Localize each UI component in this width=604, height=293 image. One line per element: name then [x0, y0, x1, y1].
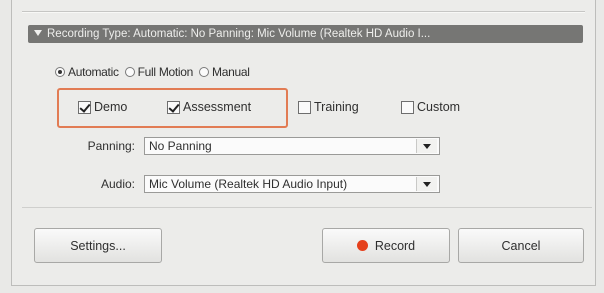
- checkbox-assessment[interactable]: Assessment: [167, 100, 251, 114]
- audio-select[interactable]: Mic Volume (Realtek HD Audio Input): [144, 175, 440, 193]
- radio-full-motion[interactable]: Full Motion: [124, 65, 194, 79]
- record-dot-icon: [356, 240, 368, 251]
- audio-dropdown-arrow-icon[interactable]: [416, 177, 437, 191]
- panning-value: No Panning: [149, 139, 212, 153]
- settings-button-label: Settings...: [70, 238, 126, 253]
- cancel-button-label: Cancel: [501, 238, 541, 253]
- radio-manual[interactable]: Manual: [199, 65, 250, 79]
- checkbox-custom-label: Custom: [417, 100, 461, 114]
- radio-manual-dot[interactable]: [199, 67, 210, 77]
- checkbox-assessment-label: Assessment: [183, 100, 252, 114]
- cancel-button[interactable]: Cancel: [458, 228, 584, 263]
- panning-dropdown-arrow-icon[interactable]: [416, 139, 437, 153]
- radio-full-motion-dot[interactable]: [124, 67, 135, 77]
- checkbox-training-box[interactable]: [298, 100, 311, 114]
- checkbox-custom[interactable]: Custom: [401, 100, 460, 114]
- settings-button[interactable]: Settings...: [34, 228, 162, 263]
- radio-automatic-dot[interactable]: [55, 67, 65, 77]
- audio-label: Audio:: [100, 177, 135, 191]
- audio-value: Mic Volume (Realtek HD Audio Input): [149, 177, 348, 191]
- checkbox-demo[interactable]: Demo: [78, 100, 127, 114]
- recording-type-bar[interactable]: Recording Type: Automatic: No Panning: M…: [28, 25, 583, 43]
- mode-radio-group: Automatic Full Motion Manual: [55, 64, 256, 80]
- collapse-triangle-icon[interactable]: [34, 30, 42, 36]
- record-button[interactable]: Record: [322, 228, 450, 263]
- radio-manual-label: Manual: [212, 65, 250, 79]
- recording-type-text: Recording Type: Automatic: No Panning: M…: [47, 28, 431, 40]
- radio-automatic-label: Automatic: [68, 65, 119, 79]
- radio-automatic[interactable]: Automatic: [55, 65, 119, 79]
- panning-select[interactable]: No Panning: [144, 137, 440, 155]
- checkbox-assessment-box[interactable]: [167, 100, 180, 114]
- checkbox-training-label: Training: [314, 100, 359, 114]
- checkbox-custom-box[interactable]: [401, 100, 414, 114]
- top-divider: [22, 11, 585, 13]
- radio-full-motion-label: Full Motion: [137, 65, 194, 79]
- checkbox-training[interactable]: Training: [298, 100, 359, 114]
- panning-label: Panning:: [87, 139, 135, 153]
- checkbox-demo-label: Demo: [94, 100, 128, 114]
- record-button-label: Record: [374, 238, 416, 253]
- bottom-divider: [22, 207, 592, 208]
- checkbox-demo-box[interactable]: [78, 100, 91, 114]
